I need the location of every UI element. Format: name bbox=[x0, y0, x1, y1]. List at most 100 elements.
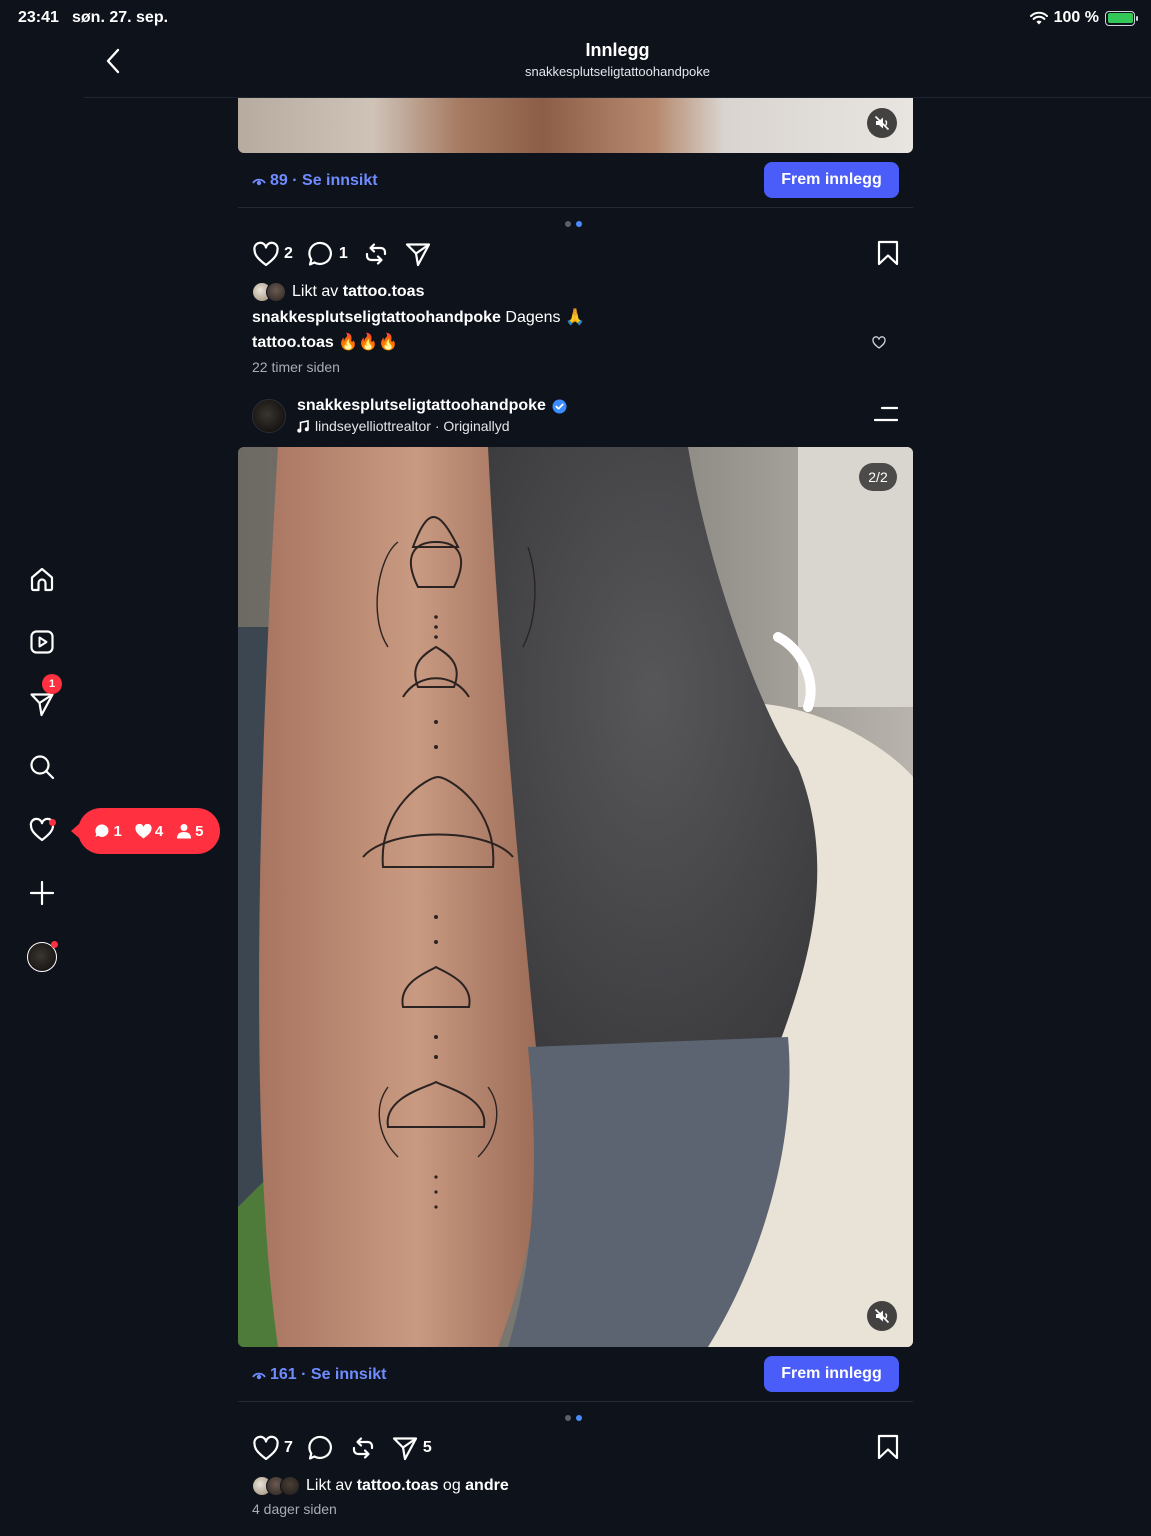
carousel-dot-active bbox=[576, 221, 582, 227]
post2-promote-button[interactable]: Frem innlegg bbox=[764, 1356, 899, 1392]
activity-notification-pill[interactable]: 1 4 5 bbox=[71, 808, 220, 854]
create-plus-icon bbox=[29, 880, 55, 906]
heart-icon bbox=[253, 241, 279, 267]
share-icon bbox=[405, 243, 430, 267]
bookmark-icon bbox=[877, 1434, 899, 1460]
status-right: 100 % bbox=[1029, 9, 1138, 27]
post2-timestamp: 4 dager siden bbox=[252, 1501, 337, 1517]
post2-liked-by[interactable]: Likt av tattoo.toas og andre bbox=[252, 1476, 509, 1496]
status-bar: 23:41 søn. 27. sep. 100 % bbox=[0, 0, 1151, 36]
repost-icon bbox=[352, 1437, 374, 1459]
carousel-dot-active bbox=[576, 1415, 582, 1421]
post1-insight-link[interactable]: 89 · Se innsikt bbox=[252, 172, 378, 190]
home-icon bbox=[30, 567, 54, 592]
liker-avatar bbox=[280, 1476, 300, 1496]
post1-insight-row: 89 · Se innsikt Frem innlegg bbox=[238, 162, 913, 208]
post2-more-button[interactable] bbox=[873, 406, 899, 427]
speaker-muted-icon bbox=[874, 1308, 890, 1324]
post1-save-button[interactable] bbox=[876, 240, 900, 271]
menu-lines-icon bbox=[873, 406, 899, 422]
post1-media[interactable] bbox=[238, 98, 913, 153]
comment-user[interactable]: tattoo.toas bbox=[252, 334, 334, 351]
battery-percent: 100 % bbox=[1053, 9, 1099, 26]
post1-mute-button[interactable] bbox=[867, 108, 897, 138]
comment-text: 🔥🔥🔥 bbox=[333, 334, 398, 351]
post2-like-button[interactable]: 7 bbox=[252, 1435, 293, 1461]
post1-timestamp: 22 timer siden bbox=[252, 359, 340, 375]
post2-insight-link[interactable]: 161 · Se innsikt bbox=[252, 1366, 387, 1384]
top-bar: Innlegg snakkesplutseligtattoohandpoke bbox=[84, 36, 1151, 98]
post2-share-button[interactable]: 5 bbox=[391, 1434, 432, 1462]
sidebar-item-profile[interactable] bbox=[24, 939, 60, 975]
comment-bubble-icon bbox=[95, 824, 109, 837]
heart-icon bbox=[253, 1435, 279, 1461]
verified-badge-icon bbox=[552, 399, 567, 413]
post1-liked-by[interactable]: Likt av tattoo.toas bbox=[252, 282, 424, 302]
notif-follows: 5 bbox=[176, 823, 204, 840]
sidebar-item-reels[interactable] bbox=[24, 624, 60, 660]
notif-comments: 1 bbox=[94, 823, 122, 840]
post1-repost-button[interactable] bbox=[362, 240, 390, 268]
notif-likes: 4 bbox=[135, 823, 163, 840]
post1-promote-button[interactable]: Frem innlegg bbox=[764, 162, 899, 198]
page-title: Innlegg bbox=[585, 40, 650, 60]
carousel-counter: 2/2 bbox=[859, 463, 897, 491]
post2-avatar[interactable] bbox=[252, 399, 286, 433]
share-icon bbox=[392, 1437, 418, 1461]
post2-audio[interactable]: lindseyelliottrealtor · Originallyd bbox=[297, 418, 510, 434]
post2-repost-button[interactable] bbox=[349, 1434, 377, 1462]
direct-icon bbox=[30, 693, 54, 717]
carousel-dot bbox=[565, 221, 571, 227]
search-icon bbox=[30, 755, 55, 780]
sidebar-item-activity[interactable] bbox=[24, 812, 60, 848]
comment-icon bbox=[308, 241, 332, 266]
post2-insight-row: 161 · Se innsikt Frem innlegg bbox=[238, 1356, 913, 1402]
liker-avatar bbox=[266, 282, 286, 302]
comment-icon bbox=[308, 1435, 332, 1460]
bookmark-icon bbox=[877, 240, 899, 266]
tattoo-photo-image bbox=[238, 447, 913, 1347]
insight-eye-icon bbox=[252, 1372, 266, 1380]
profile-dot bbox=[51, 941, 58, 948]
post2-header: snakkesplutseligtattoohandpoke lindseyel… bbox=[250, 396, 900, 440]
activity-dot bbox=[49, 819, 56, 826]
post1-caption: snakkesplutseligtattoohandpoke Dagens 🙏 bbox=[252, 307, 585, 327]
caption-user[interactable]: snakkesplutseligtattoohandpoke bbox=[252, 309, 501, 326]
reels-icon bbox=[30, 630, 54, 654]
liked-by-user[interactable]: tattoo.toas bbox=[357, 1477, 439, 1494]
status-time: 23:41 bbox=[18, 9, 59, 26]
post2-username[interactable]: snakkesplutseligtattoohandpoke bbox=[297, 397, 546, 415]
liked-by-user[interactable]: tattoo.toas bbox=[343, 283, 425, 300]
post1-like-button[interactable]: 2 bbox=[252, 241, 293, 267]
sidebar-item-create[interactable] bbox=[24, 875, 60, 911]
page-subtitle: snakkesplutseligtattoohandpoke bbox=[524, 64, 711, 79]
caption-text: Dagens 🙏 bbox=[500, 309, 585, 326]
person-icon bbox=[177, 824, 192, 839]
post2-carousel-dots bbox=[565, 1415, 582, 1421]
status-date: søn. 27. sep. bbox=[72, 9, 169, 26]
wifi-icon bbox=[1029, 11, 1048, 25]
carousel-dot bbox=[565, 1415, 571, 1421]
repost-icon bbox=[365, 243, 386, 265]
battery-icon bbox=[1105, 10, 1138, 26]
speaker-muted-icon bbox=[874, 115, 890, 131]
post2-mute-button[interactable] bbox=[867, 1301, 897, 1331]
sidebar-item-direct[interactable]: 1 bbox=[24, 674, 62, 722]
insight-eye-icon bbox=[252, 178, 266, 186]
heart-filled-icon bbox=[135, 823, 152, 838]
post2-photo[interactable]: 2/2 bbox=[238, 447, 913, 1347]
music-note-icon bbox=[297, 419, 309, 433]
post1-comment-button[interactable]: 1 bbox=[307, 240, 348, 268]
liked-by-others[interactable]: andre bbox=[465, 1477, 509, 1494]
post2-comment-button[interactable] bbox=[307, 1434, 335, 1462]
post1-actions: 2 1 bbox=[252, 238, 900, 270]
heart-icon bbox=[872, 336, 886, 349]
sidebar-item-home[interactable] bbox=[24, 561, 60, 597]
post1-comment: tattoo.toas 🔥🔥🔥 bbox=[252, 332, 900, 352]
post1-share-button[interactable] bbox=[404, 240, 432, 268]
direct-badge: 1 bbox=[42, 674, 62, 694]
sidebar-item-search[interactable] bbox=[24, 749, 60, 785]
comment-like-button[interactable] bbox=[872, 336, 886, 354]
post1-carousel-dots bbox=[565, 221, 582, 227]
post2-save-button[interactable] bbox=[876, 1434, 900, 1465]
